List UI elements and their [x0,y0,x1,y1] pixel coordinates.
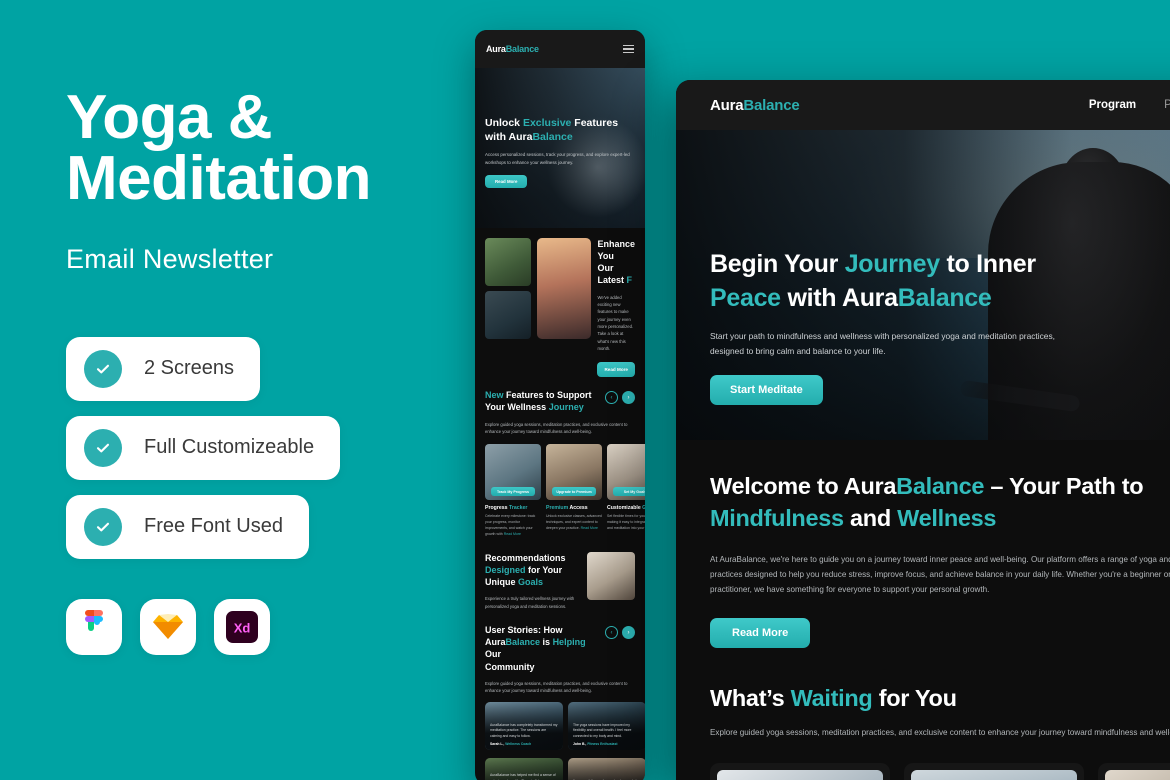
mobile-testimonial-quote: AuraBalance has completely transformed m… [490,722,558,738]
mobile-enhance-image [537,238,592,339]
feature-badge-screens: 2 Screens [66,336,261,401]
mobile-features-section: New Features to Support Your Wellness Jo… [475,387,645,548]
mobile-testimonial-author: John B., Fitness Enthusiast [573,742,618,747]
mobile-feature-card-body: Unlock exclusive classes, advanced techn… [546,514,602,531]
mobile-logo[interactable]: AuraBalance [486,44,539,54]
feature-badge-list: 2 Screens Full Customizeable Free Font U… [66,336,466,559]
sketch-icon [140,598,196,655]
mobile-feature-card-image: Upgrade to Premium [546,444,602,501]
desktop-mockup: AuraBalance Program Pricing Co Begin You… [676,80,1170,780]
mobile-testimonial-quote: The yoga sessions have improved my flexi… [573,722,632,738]
desktop-logo[interactable]: AuraBalance [710,97,800,114]
chevron-left-icon[interactable]: ‹ [605,391,618,405]
mobile-enhance-paragraph: We've added exciting new features to mak… [597,294,634,351]
desktop-hero-heading: Begin Your Journey to Inner Peace with A… [710,250,1036,312]
mobile-recommendations-heading: Recommendations Designed for Your Unique… [485,553,566,588]
mobile-feature-card-image: Track My Progress [485,444,541,501]
mobile-testimonial-card[interactable]: I've never felt more focused and grounde… [568,758,645,780]
mobile-testimonial-author: Sarah L., Wellness Coach [490,742,532,747]
desktop-hero: Begin Your Journey to Inner Peace with A… [676,130,1170,440]
mobile-features-paragraph: Explore guided yoga sessions, meditation… [485,421,628,434]
svg-text:Xd: Xd [234,620,251,635]
page-title-line2: Meditation [66,143,371,213]
feature-badge-customizeable: Full Customizeable [66,415,341,480]
mobile-features-heading: New Features to Support Your Wellness Jo… [485,390,592,413]
mobile-feature-card-body: Celebrate every milestone: track your pr… [485,514,536,537]
desktop-waiting-card-image [717,770,883,780]
desktop-waiting-card-image [911,770,1077,780]
mobile-feature-card-image: Set My Goals [607,444,645,501]
nav-item-pricing[interactable]: Pricing [1164,99,1170,111]
mobile-hero-cta[interactable]: Read More [485,175,528,189]
desktop-waiting-card[interactable] [904,763,1084,780]
check-icon [84,349,122,388]
mobile-feature-card-button[interactable]: Upgrade to Premium [552,487,596,497]
mobile-recommendations-image [587,552,635,601]
feature-badge-label: 2 Screens [144,357,235,379]
start-meditate-button[interactable]: Start Meditate [710,375,823,406]
mobile-testimonial-card[interactable]: The yoga sessions have improved my flexi… [568,702,645,751]
chevron-left-icon[interactable]: ‹ [605,626,618,640]
mobile-recommendations-section: Recommendations Designed for Your Unique… [475,548,645,620]
nav-item-program[interactable]: Program [1089,99,1136,111]
mobile-enhance-cta[interactable]: Read More [597,362,635,378]
mobile-testimonial-card[interactable]: AuraBalance has completely transformed m… [485,702,563,751]
desktop-navbar: AuraBalance Program Pricing Co [676,80,1170,130]
desktop-welcome-section: Welcome to AuraBalance – Your Path to Mi… [676,440,1170,648]
desktop-welcome-heading: Welcome to AuraBalance – Your Path to Mi… [710,473,1144,532]
desktop-waiting-card-list [710,763,1170,780]
hamburger-menu-icon[interactable] [623,44,634,54]
app-icon-list: Xd [66,598,466,655]
mobile-feature-card-body: Set flexible times for your sessions, ma… [607,514,645,531]
mobile-enhance-thumb-1 [485,238,532,286]
desktop-waiting-card-image [1105,770,1170,780]
desktop-waiting-heading: What’s Waiting for You [710,684,957,711]
mobile-stories-paragraph: Explore guided yoga sessions, meditation… [485,680,628,694]
mobile-stories-heading: User Stories: How AuraBalance is Helping… [485,625,586,672]
chevron-right-icon[interactable]: › [622,626,635,640]
page-title: Yoga & Meditation [66,87,466,213]
mobile-enhance-thumb-2 [485,291,532,339]
promo-panel: Yoga & Meditation Email Newsletter 2 Scr… [66,87,466,655]
mobile-testimonial-card[interactable]: AuraBalance has helped me find a sense o… [485,758,563,780]
figma-icon [66,598,122,655]
mobile-enhance-heading: Enhance You Our Latest F [597,239,635,286]
check-icon [84,507,122,546]
desktop-nav-links: Program Pricing Co [1089,99,1170,111]
desktop-waiting-card[interactable] [710,763,890,780]
desktop-hero-paragraph: Start your path to mindfulness and welln… [710,331,1055,356]
chevron-right-icon[interactable]: › [622,391,635,405]
mobile-recommendations-paragraph: Experience a truly tailored wellness jou… [485,596,575,609]
mobile-feature-card-button[interactable]: Track My Progress [491,487,535,497]
mobile-mockup: AuraBalance Unlock Exclusive Features wi… [475,30,645,780]
mobile-feature-card[interactable]: Track My Progress Progress Tracker Celeb… [485,444,541,538]
adobe-xd-icon: Xd [214,598,270,655]
page-title-line1: Yoga & [66,83,272,152]
mobile-feature-card-title: Progress Tracker [485,505,528,512]
page-subtitle: Email Newsletter [66,243,274,274]
desktop-welcome-paragraph: At AuraBalance, we're here to guide you … [710,554,1170,594]
mobile-feature-card[interactable]: Set My Goals Customizable Goals Set flex… [607,444,645,538]
desktop-waiting-card[interactable] [1098,763,1170,780]
mobile-enhance-section: Enhance You Our Latest F We've added exc… [475,228,645,387]
mobile-hero-paragraph: Access personalized sessions, track your… [485,152,630,165]
feature-badge-label: Full Customizeable [144,436,315,458]
check-icon [84,428,122,467]
feature-badge-font: Free Font Used [66,494,309,559]
mobile-feature-card[interactable]: Upgrade to Premium Premium Access Unlock… [546,444,602,538]
mobile-feature-card-title: Customizable Goals [607,505,645,512]
feature-badge-label: Free Font Used [144,515,283,537]
mobile-navbar: AuraBalance [475,30,645,68]
mobile-testimonial-quote: AuraBalance has helped me find a sense o… [490,772,556,780]
mobile-stories-section: User Stories: How AuraBalance is Helping… [475,620,645,780]
desktop-waiting-paragraph: Explore guided yoga sessions, meditation… [710,728,1170,738]
desktop-waiting-section: What’s Waiting for You ‹ Explore guided … [676,648,1170,780]
mobile-feature-card-title: Premium Access [546,505,588,512]
mobile-hero: Unlock Exclusive Features with AuraBalan… [475,68,645,228]
mobile-feature-card-button[interactable]: Set My Goals [613,487,645,497]
read-more-button[interactable]: Read More [710,617,811,648]
mobile-hero-heading: Unlock Exclusive Features with AuraBalan… [485,117,619,144]
